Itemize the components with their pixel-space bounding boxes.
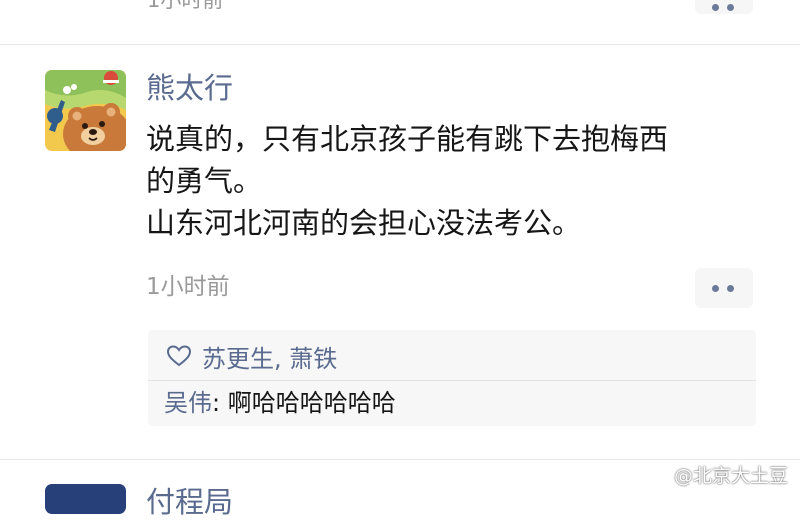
comment-author[interactable]: 吴伟 (164, 389, 212, 417)
post-username[interactable]: 熊太行 (146, 68, 233, 108)
more-button[interactable] (695, 268, 753, 308)
likes-row: 苏更生, 萧铁 (166, 336, 337, 376)
comment-text: 啊哈哈哈哈哈哈 (227, 389, 396, 417)
watermark: @北京大土豆 (650, 459, 788, 489)
interactions-panel: 苏更生, 萧铁 吴伟: 啊哈哈哈哈哈哈 (148, 330, 756, 426)
more-dot-icon (712, 4, 719, 11)
interactions-divider (148, 380, 756, 381)
post-text-line: 说真的，只有北京孩子能有跳下去抱梅西 (146, 122, 669, 156)
user-avatar[interactable] (45, 70, 126, 151)
previous-post-timestamp: 1小时前 (147, 0, 224, 12)
heart-outline-icon (166, 345, 192, 367)
next-post-username[interactable]: 付程局 (146, 482, 233, 522)
more-dot-icon (712, 285, 719, 292)
post-body: 说真的，只有北京孩子能有跳下去抱梅西 的勇气。 山东河北河南的会担心没法考公。 (146, 118, 766, 244)
post-text-line: 山东河北河南的会担心没法考公。 (146, 206, 582, 240)
comment-item[interactable]: 吴伟: 啊哈哈哈哈哈哈 (164, 384, 396, 422)
watermark-text: @北京大土豆 (674, 464, 789, 487)
bear-avatar-icon (45, 70, 126, 151)
more-dot-icon (727, 285, 734, 292)
more-dot-icon (727, 4, 734, 11)
weibo-logo-icon (650, 466, 671, 483)
post-timestamp: 1小时前 (146, 274, 230, 300)
next-post-avatar[interactable] (45, 484, 126, 514)
post-divider (0, 44, 800, 45)
post-text-line: 的勇气。 (146, 164, 263, 198)
previous-post-more-button[interactable] (695, 0, 753, 14)
comment-separator: : (212, 389, 228, 417)
like-names[interactable]: 苏更生, 萧铁 (202, 339, 337, 374)
